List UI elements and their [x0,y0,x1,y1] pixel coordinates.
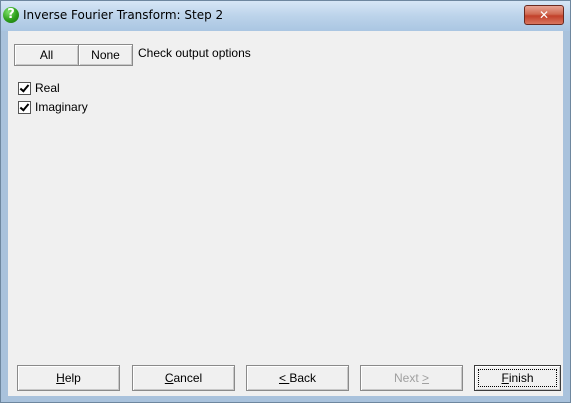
select-all-button[interactable]: All [14,44,79,66]
help-label: elp [64,371,81,385]
dialog-window: ? Inverse Fourier Transform: Step 2 ✕ Al… [0,0,571,403]
cancel-label: ancel [173,371,203,385]
checkbox-checked-icon[interactable] [18,101,31,114]
back-accelerator: < [278,371,290,385]
real-checkbox[interactable]: Real [18,80,60,96]
help-accelerator: H [56,371,65,385]
dialog-client-area: All None Check output options Real Imagi… [8,31,563,396]
imaginary-checkbox[interactable]: Imaginary [18,99,88,115]
finish-button[interactable]: Finish [474,365,561,391]
help-question-icon: ? [3,7,19,23]
output-options-caption: Check output options [138,46,251,60]
title-bar[interactable]: ? Inverse Fourier Transform: Step 2 ✕ [1,1,570,31]
help-button[interactable]: Help [17,365,120,391]
finish-focus-rect: Finish [478,369,557,387]
cancel-button[interactable]: Cancel [132,365,235,391]
next-accelerator: > [422,371,430,385]
finish-label: inish [508,371,534,385]
next-button: Next > [360,365,463,391]
imaginary-label: Imaginary [35,100,88,114]
window-title: Inverse Fourier Transform: Step 2 [23,8,224,22]
finish-accelerator: F [501,371,509,385]
close-button[interactable]: ✕ [524,5,564,25]
next-label: Next [393,371,422,385]
back-label: Back [289,371,317,385]
checkbox-checked-icon[interactable] [18,82,31,95]
select-none-button[interactable]: None [78,44,133,66]
real-label: Real [35,81,60,95]
back-button[interactable]: < Back [246,365,349,391]
